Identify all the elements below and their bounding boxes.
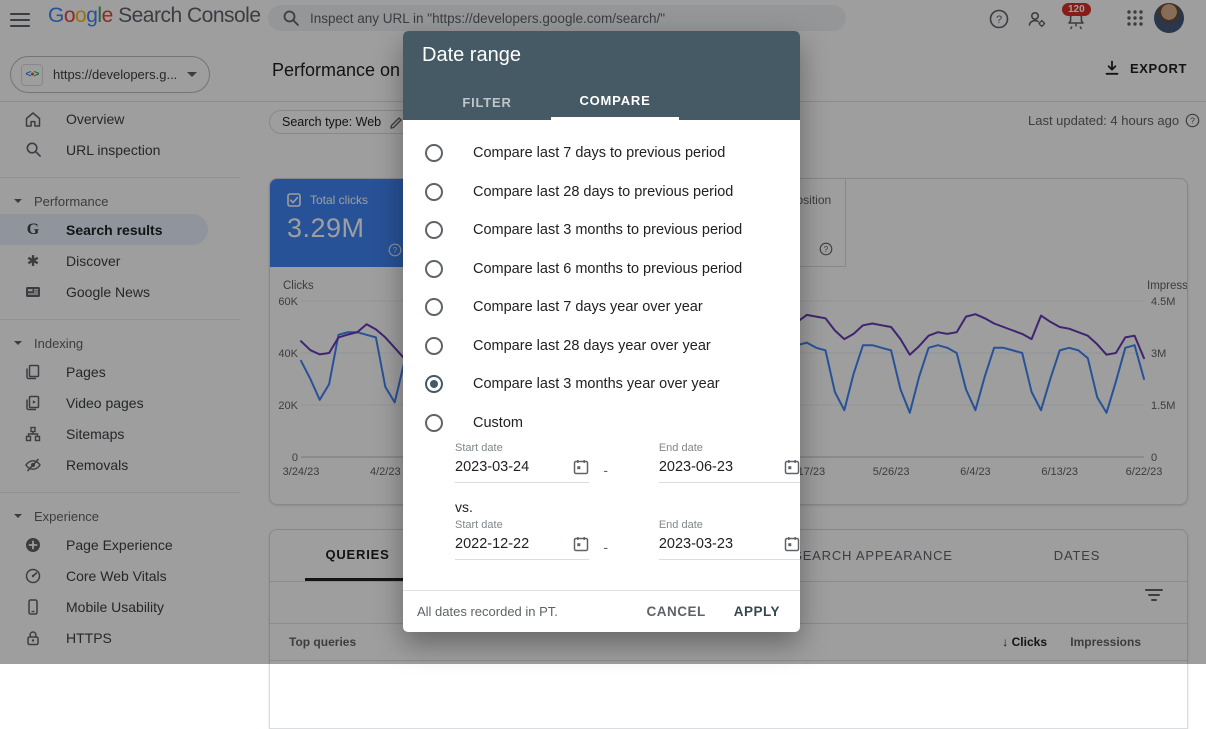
dialog-body: Compare last 7 days to previous periodCo… — [403, 120, 800, 560]
radio-option-compare-last-7-days-year-over-year[interactable]: Compare last 7 days year over year — [403, 288, 800, 327]
radio-option-compare-last-6-months-to-previous-period[interactable]: Compare last 6 months to previous period — [403, 250, 800, 289]
calendar-icon[interactable] — [573, 536, 589, 552]
date-range-dialog: Date range FILTER COMPARE Compare last 7… — [403, 31, 800, 632]
compare-options-list: Compare last 7 days to previous periodCo… — [403, 134, 800, 442]
end-date-input[interactable]: 2023-06-23 — [659, 459, 800, 483]
primary-date-range: Start date 2023-03-24 - End date 2023-06… — [455, 442, 800, 483]
dialog-header: Date range FILTER COMPARE — [403, 31, 800, 120]
comparison-date-range: Start date 2022-12-22 - End date 2023-03… — [455, 519, 800, 560]
radio-unselected-icon[interactable] — [425, 260, 443, 278]
dialog-tabs: FILTER COMPARE — [423, 84, 679, 120]
start-date-label: Start date — [455, 519, 589, 531]
radio-option-compare-last-3-months-to-previous-period[interactable]: Compare last 3 months to previous period — [403, 211, 800, 250]
radio-unselected-icon[interactable] — [425, 414, 443, 432]
tab-compare[interactable]: COMPARE — [551, 84, 679, 120]
date-range-dash: - — [589, 442, 623, 478]
dialog-footer: All dates recorded in PT. CANCEL APPLY — [403, 590, 800, 632]
radio-option-compare-last-28-days-to-previous-period[interactable]: Compare last 28 days to previous period — [403, 173, 800, 212]
timezone-note: All dates recorded in PT. — [417, 604, 646, 619]
radio-selected-icon[interactable] — [425, 375, 443, 393]
radio-unselected-icon[interactable] — [425, 298, 443, 316]
start-date-label: Start date — [455, 442, 589, 454]
radio-unselected-icon[interactable] — [425, 183, 443, 201]
start-date-input[interactable]: 2023-03-24 — [455, 459, 589, 483]
dialog-title: Date range — [403, 31, 800, 67]
radio-unselected-icon[interactable] — [425, 144, 443, 162]
cancel-button[interactable]: CANCEL — [646, 604, 705, 619]
calendar-icon[interactable] — [573, 459, 589, 475]
date-range-dash: - — [589, 519, 623, 555]
end-date-label: End date — [659, 442, 800, 454]
tab-filter[interactable]: FILTER — [423, 84, 551, 120]
radio-option-custom[interactable]: Custom — [403, 404, 800, 443]
radio-option-compare-last-7-days-to-previous-period[interactable]: Compare last 7 days to previous period — [403, 134, 800, 173]
vs-label: vs. — [455, 499, 800, 515]
radio-option-compare-last-3-months-year-over-year[interactable]: Compare last 3 months year over year — [403, 365, 800, 404]
radio-unselected-icon[interactable] — [425, 337, 443, 355]
apply-button[interactable]: APPLY — [734, 604, 780, 619]
end-date-label: End date — [659, 519, 800, 531]
calendar-icon[interactable] — [784, 536, 800, 552]
radio-unselected-icon[interactable] — [425, 221, 443, 239]
compare-end-date-input[interactable]: 2023-03-23 — [659, 536, 800, 560]
compare-start-date-input[interactable]: 2022-12-22 — [455, 536, 589, 560]
calendar-icon[interactable] — [784, 459, 800, 475]
radio-option-compare-last-28-days-year-over-year[interactable]: Compare last 28 days year over year — [403, 327, 800, 366]
